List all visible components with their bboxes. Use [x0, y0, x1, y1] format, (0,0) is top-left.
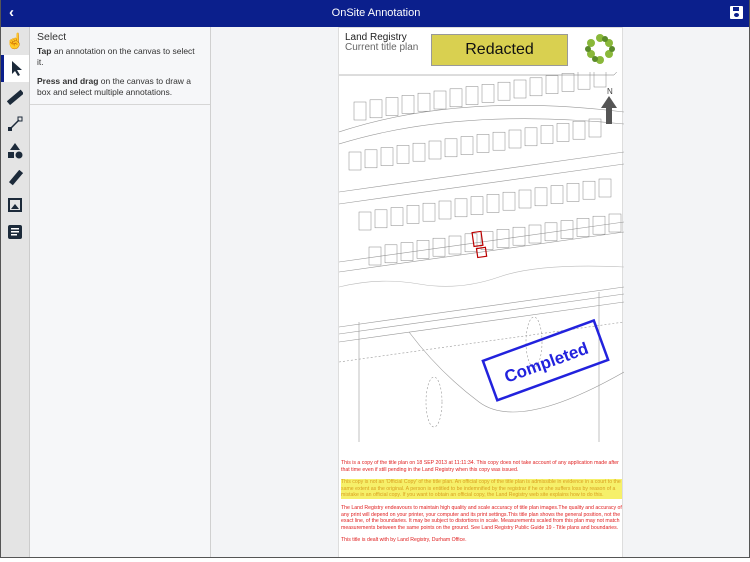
- parcel-outline: [454, 198, 468, 218]
- app-window: ‹ OnSite Annotation ☝ Select Tap an anno…: [0, 0, 750, 558]
- svg-text:N: N: [607, 87, 613, 96]
- parcel-outline: [540, 125, 554, 144]
- parcel-outline: [465, 86, 479, 105]
- redacted-annotation[interactable]: Redacted: [431, 34, 568, 66]
- pen-tool-button[interactable]: [1, 164, 29, 191]
- parcel-outline: [364, 149, 378, 169]
- parcel-outline: [486, 194, 500, 213]
- parcel-outline: [481, 84, 495, 103]
- ruler-icon: [7, 89, 23, 105]
- parcel-outline: [380, 147, 394, 166]
- parcel-outline: [374, 209, 388, 229]
- note-copy-date: This is a copy of the title plan on 18 S…: [341, 460, 619, 473]
- parcel-outline: [566, 183, 580, 202]
- parcel-outline: [518, 189, 532, 209]
- parcel-outline: [508, 129, 522, 149]
- notes-icon: [8, 224, 22, 239]
- parcel-outline: [438, 200, 452, 220]
- save-icon[interactable]: [730, 6, 743, 19]
- land-registry-logo: [585, 34, 615, 64]
- app-title: OnSite Annotation: [331, 7, 421, 19]
- note-quality: The Land Registry endeavours to maintain…: [341, 504, 622, 531]
- parcel-outline: [417, 92, 431, 112]
- parcel-outline: [545, 75, 559, 94]
- line-tool-button[interactable]: [1, 110, 29, 137]
- shapes-tool-button[interactable]: [1, 137, 29, 164]
- parcel-outline: [384, 244, 398, 264]
- parcel-outline: [428, 140, 442, 160]
- parcel-outline: [412, 142, 426, 162]
- parcel-outline: [358, 211, 372, 231]
- select-tip-drag: Press and drag on the canvas to draw a b…: [37, 76, 192, 97]
- document-canvas[interactable]: Land Registry Current title plan Redacte…: [338, 27, 624, 557]
- background-strip: [0, 558, 750, 562]
- title-plan-map: N Completed: [339, 72, 624, 442]
- parcel-outline: [572, 120, 586, 140]
- tool-bar: ☝: [1, 27, 30, 557]
- land-registry-heading: Land Registry Current title plan: [345, 32, 419, 53]
- image-tool-button[interactable]: [1, 191, 29, 218]
- note-office: This title is dealt with by Land Registr…: [341, 537, 467, 544]
- parcel-outline: [348, 151, 362, 171]
- select-tool-button[interactable]: [1, 55, 29, 82]
- parcel-outline: [470, 196, 484, 215]
- parcel-outline: [577, 72, 591, 90]
- svg-text:Completed: Completed: [502, 339, 591, 387]
- title-bar: ‹ OnSite Annotation: [1, 0, 749, 27]
- completed-stamp-annotation[interactable]: Completed: [481, 318, 610, 402]
- parcel-outline: [444, 138, 458, 158]
- parcel-outline: [369, 99, 383, 119]
- title-plan-notes: This is a copy of the title plan on 18 S…: [341, 460, 622, 550]
- cursor-icon: [11, 61, 22, 76]
- shapes-icon: [8, 142, 23, 158]
- parcel-outline: [582, 180, 596, 200]
- north-arrow-icon: N: [601, 87, 617, 124]
- line-icon: [8, 116, 23, 131]
- panel-title: Select: [37, 31, 67, 43]
- parcel-outline: [385, 97, 399, 116]
- hand-icon: ☝: [5, 32, 25, 50]
- parcel-outline: [449, 88, 463, 108]
- parcel-outline: [598, 178, 612, 198]
- parcel-outline: [368, 246, 382, 266]
- tool-options-panel: Select Tap an annotation on the canvas t…: [30, 27, 211, 557]
- parcel-outline: [593, 72, 607, 88]
- parcel-outline: [492, 131, 506, 151]
- parcel-outline: [353, 101, 367, 121]
- image-icon: [8, 197, 22, 212]
- pan-tool-button[interactable]: ☝: [1, 27, 29, 54]
- parcel-outline: [550, 185, 564, 204]
- parcel-outline: [561, 73, 575, 92]
- parcel-outline: [460, 136, 474, 155]
- parcel-outline: [406, 205, 420, 224]
- select-tip-tap: Tap an annotation on the canvas to selec…: [37, 46, 195, 67]
- notes-tool-button[interactable]: [1, 218, 29, 245]
- parcel-outline: [529, 77, 543, 97]
- parcel-outline: [401, 95, 415, 114]
- parcel-outline: [524, 127, 538, 147]
- parcel-outline: [497, 81, 511, 101]
- parcel-outline: [556, 123, 570, 142]
- parcel-outline: [502, 191, 516, 211]
- note-official-copy-highlighted[interactable]: This copy is not an 'Official Copy' of t…: [341, 479, 622, 499]
- parcel-outline: [476, 134, 490, 153]
- parcel-outline: [534, 187, 548, 207]
- parcel-outline: [513, 79, 527, 99]
- parcel-outline: [433, 90, 447, 110]
- pen-icon: [8, 169, 23, 185]
- parcel-outline: [396, 145, 410, 164]
- measure-tool-button[interactable]: [1, 83, 29, 110]
- parcel-outline: [422, 202, 436, 222]
- parcel-outline: [390, 207, 404, 226]
